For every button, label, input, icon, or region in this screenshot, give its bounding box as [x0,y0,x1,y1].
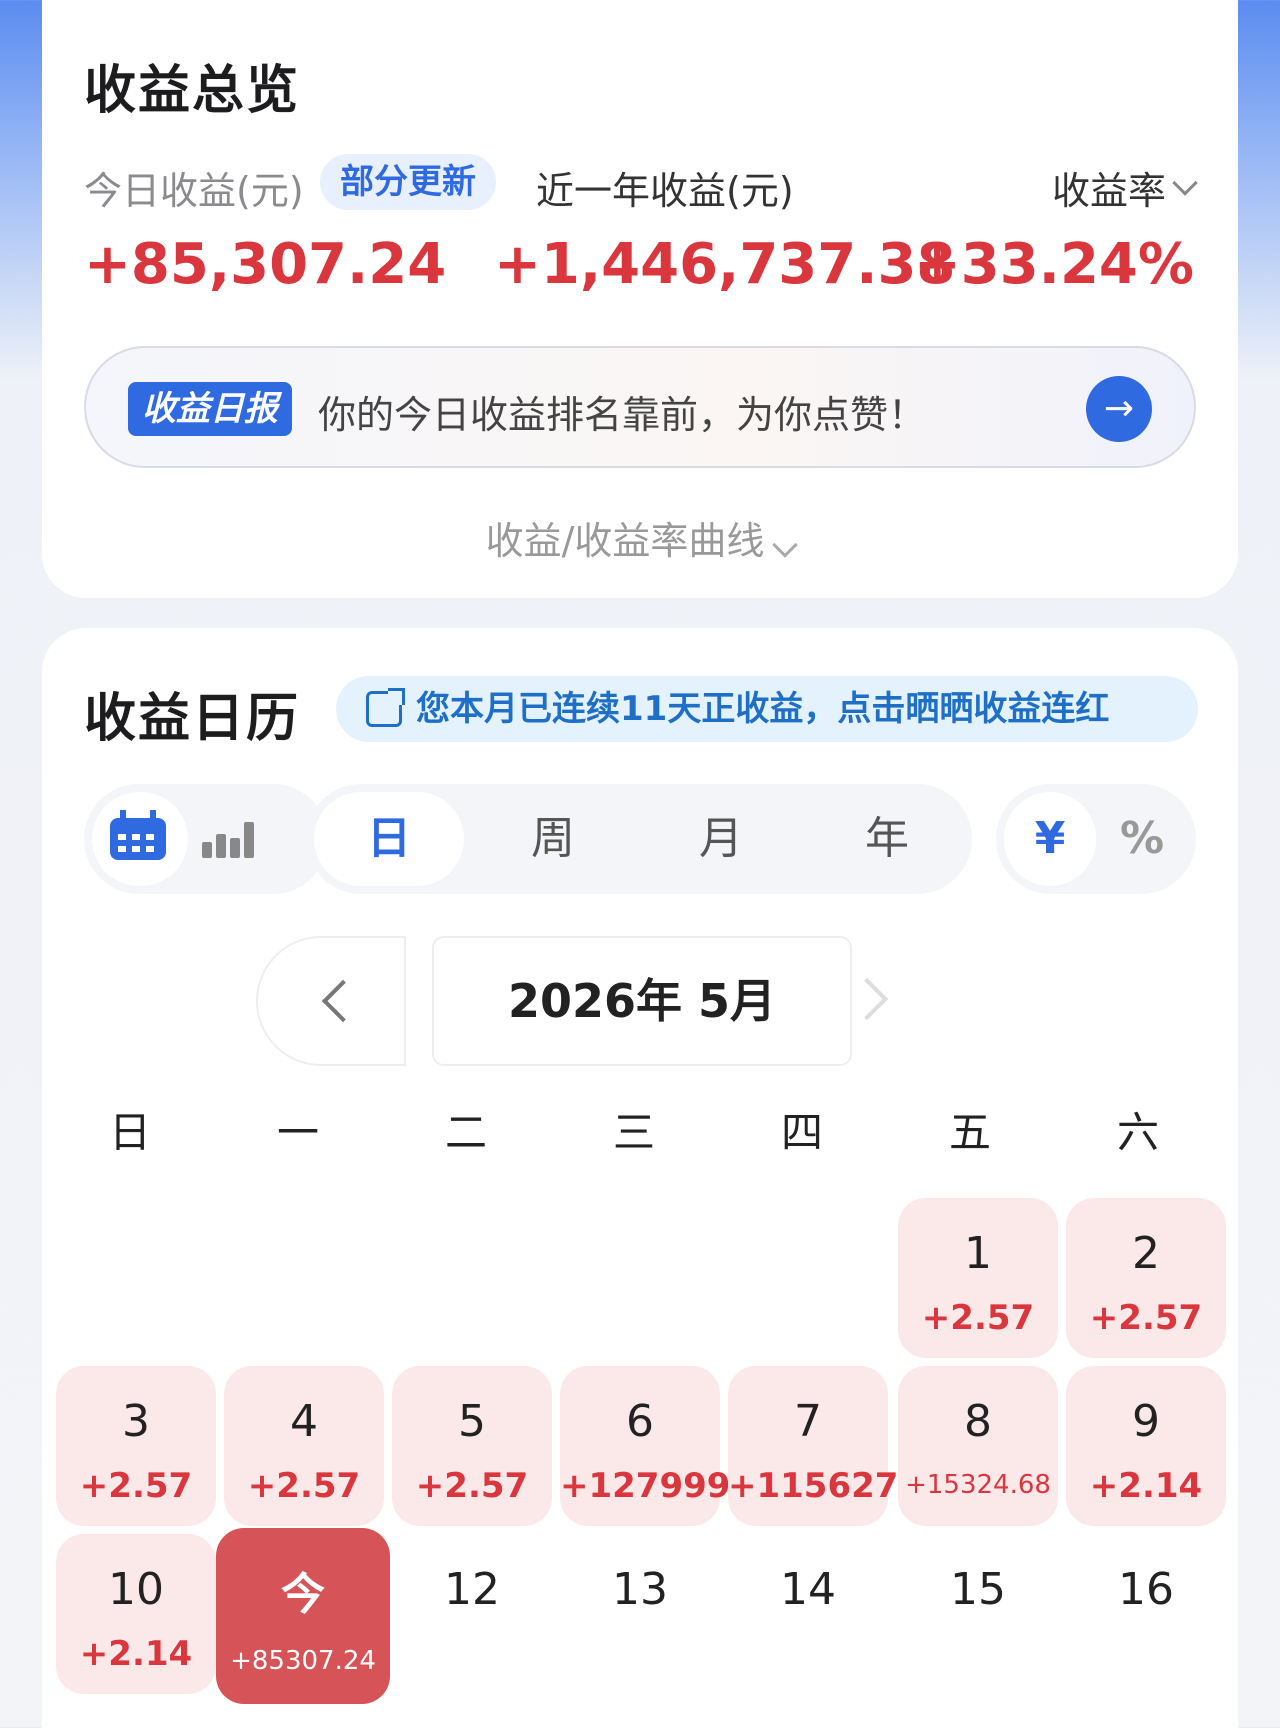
day-value: +2.14 [79,1634,193,1674]
weekday: 五 [948,1108,991,1157]
month-label[interactable]: 2026年 5月 [432,936,852,1066]
year-earnings-label: 近一年收益(元) [536,169,794,213]
daily-report-banner[interactable]: 收益日报 你的今日收益排名靠前，为你点赞！ → [84,346,1196,468]
share-icon [366,688,405,727]
weekday: 六 [1116,1108,1159,1157]
bar-chart-icon[interactable] [202,822,256,858]
day-number: 1 [964,1228,992,1279]
chevron-down-icon [1172,169,1198,196]
unit-segment: ¥ % [996,784,1196,894]
chevron-left-icon [321,979,365,1023]
streak-text: 您本月已连续11天正收益，点击晒晒收益连红 [416,689,1110,729]
calendar-day[interactable]: 1 +2.57 [898,1198,1058,1358]
weekday: 二 [444,1108,487,1157]
day-value: +2.57 [247,1466,361,1506]
curve-toggle-label: 收益/收益率曲线 [485,519,765,563]
day-value: +2.57 [1089,1298,1203,1338]
unit-percent[interactable]: % [1096,784,1188,894]
calendar-day[interactable]: 15 [898,1534,1058,1694]
day-value: +2.14 [1089,1466,1203,1506]
day-value: +85307.24 [230,1646,376,1676]
curve-toggle[interactable]: 收益/收益率曲线 [42,510,1238,565]
day-number: 16 [1118,1564,1174,1615]
weekday: 日 [108,1108,151,1157]
calendar-day[interactable]: 7 +115627 [728,1366,899,1526]
next-month-button[interactable] [820,936,940,1066]
day-value: +2.57 [921,1298,1035,1338]
day-number: 2 [1132,1228,1160,1279]
calendar-day[interactable]: 16 [1066,1534,1226,1694]
calendar-day[interactable]: 6 +127999 [560,1366,731,1526]
daily-report-tag: 收益日报 [128,382,292,436]
streak-banner[interactable]: 您本月已连续11天正收益，点击晒晒收益连红 [336,676,1198,742]
daily-report-text: 你的今日收益排名靠前，为你点赞！ [318,393,927,437]
today-earnings-label: 今日收益(元) [84,169,304,213]
calendar-day[interactable]: 3 +2.57 [56,1366,216,1526]
partial-update-badge: 部分更新 [320,154,496,210]
period-year[interactable]: 年 [812,784,962,894]
weekday: 三 [612,1108,655,1157]
day-value: +2.57 [79,1466,193,1506]
calendar-day[interactable]: 13 [560,1534,720,1694]
calendar-day[interactable]: 10 +2.14 [56,1534,216,1694]
period-week[interactable]: 周 [478,784,628,894]
chevron-right-icon [845,977,889,1021]
calendar-day[interactable]: 4 +2.57 [224,1366,384,1526]
calendar-day[interactable]: 8 +15324.68 [898,1366,1058,1526]
calendar-day[interactable]: 5 +2.57 [392,1366,552,1526]
chevron-down-icon [772,532,799,558]
period-segment: 日 周 月 年 [306,784,972,894]
day-number: 13 [612,1564,668,1615]
day-value: +127999 [560,1466,731,1506]
calendar-icon[interactable] [110,810,166,860]
period-day[interactable]: 日 [314,784,464,894]
day-number: 12 [444,1564,500,1615]
day-number: 5 [458,1396,486,1447]
calendar-day[interactable]: 14 [728,1534,888,1694]
day-number: 8 [964,1396,992,1447]
weekday-header: 日 一 二 三 四 五 六 [42,1098,1238,1168]
calendar-day[interactable]: 9 +2.14 [1066,1366,1226,1526]
rate-label: 收益率 [1051,169,1166,213]
today-earnings-value: +85,307.24 [84,232,447,297]
arrow-right-icon[interactable]: → [1086,376,1152,442]
overview-title: 收益总览 [84,61,301,121]
calendar-day[interactable]: 12 [392,1534,552,1694]
day-number: 4 [290,1396,318,1447]
day-number: 今 [281,1569,325,1620]
day-number: 9 [1132,1396,1160,1447]
day-number: 10 [108,1564,164,1615]
year-earnings-value: +1,446,737.38 [494,232,956,297]
weekday: 四 [780,1108,823,1157]
day-value: +2.57 [415,1466,529,1506]
calendar-day-today[interactable]: 今 +85307.24 [216,1528,390,1704]
day-value: +15324.68 [905,1470,1051,1500]
day-number: 14 [780,1564,836,1615]
view-toggle [84,784,328,894]
calendar-day[interactable]: 2 +2.57 [1066,1198,1226,1358]
prev-month-button[interactable] [256,936,406,1066]
day-number: 3 [122,1396,150,1447]
unit-yuan[interactable]: ¥ [1004,784,1096,894]
overview-card: 收益总览 今日收益(元) 部分更新 近一年收益(元) 收益率 +85,307.2… [42,0,1238,598]
rate-selector[interactable]: 收益率 [1051,160,1198,215]
day-number: 7 [794,1396,822,1447]
calendar-title: 收益日历 [84,689,301,749]
rate-value: +33.24% [913,232,1194,297]
day-number: 6 [626,1396,654,1447]
weekday: 一 [276,1108,319,1157]
period-month[interactable]: 月 [646,784,796,894]
day-number: 15 [950,1564,1006,1615]
day-value: +115627 [728,1466,899,1506]
